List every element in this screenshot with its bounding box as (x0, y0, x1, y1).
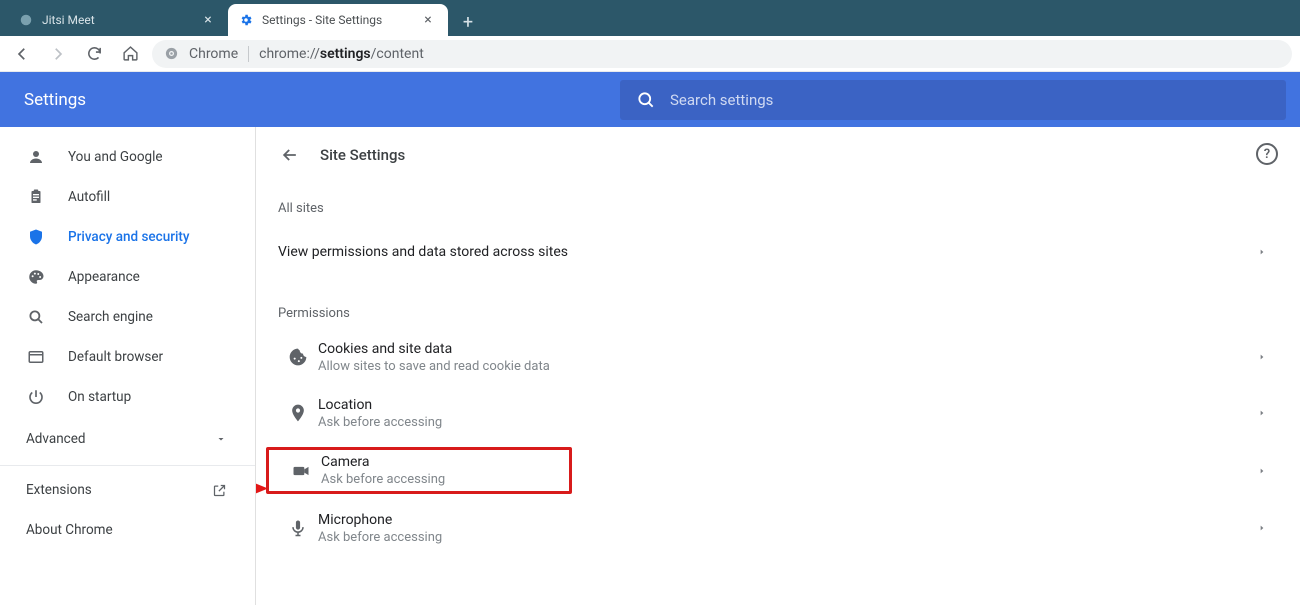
row-subtitle: Ask before accessing (318, 415, 1258, 430)
browser-toolbar: Chrome chrome://settings/content (0, 36, 1300, 72)
palette-icon (26, 267, 46, 287)
separator (248, 46, 249, 62)
divider (0, 465, 255, 466)
chevron-right-icon (1258, 351, 1278, 363)
all-sites-subhead: All sites (278, 183, 1278, 224)
row-subtitle: Allow sites to save and read cookie data (318, 359, 1258, 374)
sidebar: You and Google Autofill Privacy and secu… (0, 127, 255, 605)
home-button[interactable] (116, 40, 144, 68)
omnibox-chip: Chrome (189, 46, 238, 62)
sidebar-advanced-toggle[interactable]: Advanced (0, 417, 255, 461)
omnibox-url: chrome://settings/content (259, 46, 424, 62)
power-icon (26, 387, 46, 407)
sidebar-about-chrome[interactable]: About Chrome (0, 510, 255, 550)
browser-tab-jitsi[interactable]: Jitsi Meet × (8, 4, 228, 36)
sidebar-item-on-startup[interactable]: On startup (0, 377, 255, 417)
sidebar-item-label: Default browser (68, 349, 163, 365)
permissions-subhead: Permissions (278, 280, 1278, 329)
back-button[interactable] (8, 40, 36, 68)
sidebar-item-label: Appearance (68, 269, 140, 285)
help-icon[interactable]: ? (1256, 143, 1278, 165)
settings-title: Settings (0, 90, 620, 110)
address-bar[interactable]: Chrome chrome://settings/content (152, 40, 1292, 68)
sidebar-item-autofill[interactable]: Autofill (0, 177, 255, 217)
cookie-icon (278, 347, 318, 367)
row-title: View permissions and data stored across … (278, 244, 1258, 260)
sidebar-item-appearance[interactable]: Appearance (0, 257, 255, 297)
tab-title: Settings - Site Settings (262, 13, 382, 27)
search-icon (636, 90, 656, 110)
row-title: Camera (321, 454, 565, 470)
row-microphone[interactable]: Microphone Ask before accessing (278, 500, 1278, 556)
new-tab-button[interactable]: + (454, 8, 482, 36)
settings-header: Settings Search settings (0, 72, 1300, 127)
sidebar-item-privacy-security[interactable]: Privacy and security (0, 217, 255, 257)
advanced-label: Advanced (26, 431, 86, 447)
external-link-icon (212, 483, 227, 498)
row-view-permissions[interactable]: View permissions and data stored across … (278, 224, 1278, 280)
chevron-right-icon (1258, 522, 1278, 534)
camera-icon (281, 461, 321, 481)
sidebar-item-label: Search engine (68, 309, 153, 325)
row-camera[interactable]: Camera Ask before accessing (278, 441, 1278, 500)
about-label: About Chrome (26, 522, 113, 538)
clipboard-icon (26, 187, 46, 207)
sidebar-item-default-browser[interactable]: Default browser (0, 337, 255, 377)
forward-button[interactable] (44, 40, 72, 68)
row-location[interactable]: Location Ask before accessing (278, 385, 1278, 441)
search-icon (26, 307, 46, 327)
section-back-button[interactable] (278, 143, 302, 167)
row-title: Microphone (318, 512, 1258, 528)
search-settings-input[interactable]: Search settings (620, 80, 1286, 120)
jitsi-favicon (18, 12, 34, 28)
close-icon[interactable]: × (420, 12, 436, 28)
section-header: Site Settings (278, 127, 1278, 183)
shield-icon (26, 227, 46, 247)
tab-title: Jitsi Meet (42, 13, 95, 27)
extensions-label: Extensions (26, 482, 92, 498)
location-icon (278, 403, 318, 423)
chevron-down-icon (215, 433, 227, 445)
row-title: Cookies and site data (318, 341, 1258, 357)
site-info-icon (164, 46, 179, 61)
chevron-right-icon (1258, 465, 1278, 477)
row-title: Location (318, 397, 1258, 413)
chevron-right-icon (1258, 246, 1278, 258)
sidebar-item-label: You and Google (68, 149, 163, 165)
chevron-right-icon (1258, 407, 1278, 419)
row-subtitle: Ask before accessing (321, 472, 565, 487)
annotation-highlight-box: Camera Ask before accessing (266, 447, 572, 494)
browser-icon (26, 347, 46, 367)
person-icon (26, 147, 46, 167)
settings-favicon (238, 12, 254, 28)
mic-icon (278, 518, 318, 538)
sidebar-item-label: Autofill (68, 189, 110, 205)
sidebar-item-search-engine[interactable]: Search engine (0, 297, 255, 337)
sidebar-item-label: On startup (68, 389, 131, 405)
main-area: You and Google Autofill Privacy and secu… (0, 127, 1300, 605)
sidebar-item-label: Privacy and security (68, 229, 190, 245)
page-title: Site Settings (320, 146, 405, 164)
sidebar-extensions[interactable]: Extensions (0, 470, 255, 510)
content-panel: Site Settings ? All sites View permissio… (255, 127, 1300, 605)
row-cookies[interactable]: Cookies and site data Allow sites to sav… (278, 329, 1278, 385)
close-icon[interactable]: × (200, 12, 216, 28)
browser-tabstrip: Jitsi Meet × Settings - Site Settings × … (0, 0, 1300, 36)
browser-tab-settings[interactable]: Settings - Site Settings × (228, 4, 448, 36)
sidebar-item-you-and-google[interactable]: You and Google (0, 137, 255, 177)
reload-button[interactable] (80, 40, 108, 68)
row-subtitle: Ask before accessing (318, 530, 1258, 545)
search-placeholder: Search settings (670, 91, 773, 109)
